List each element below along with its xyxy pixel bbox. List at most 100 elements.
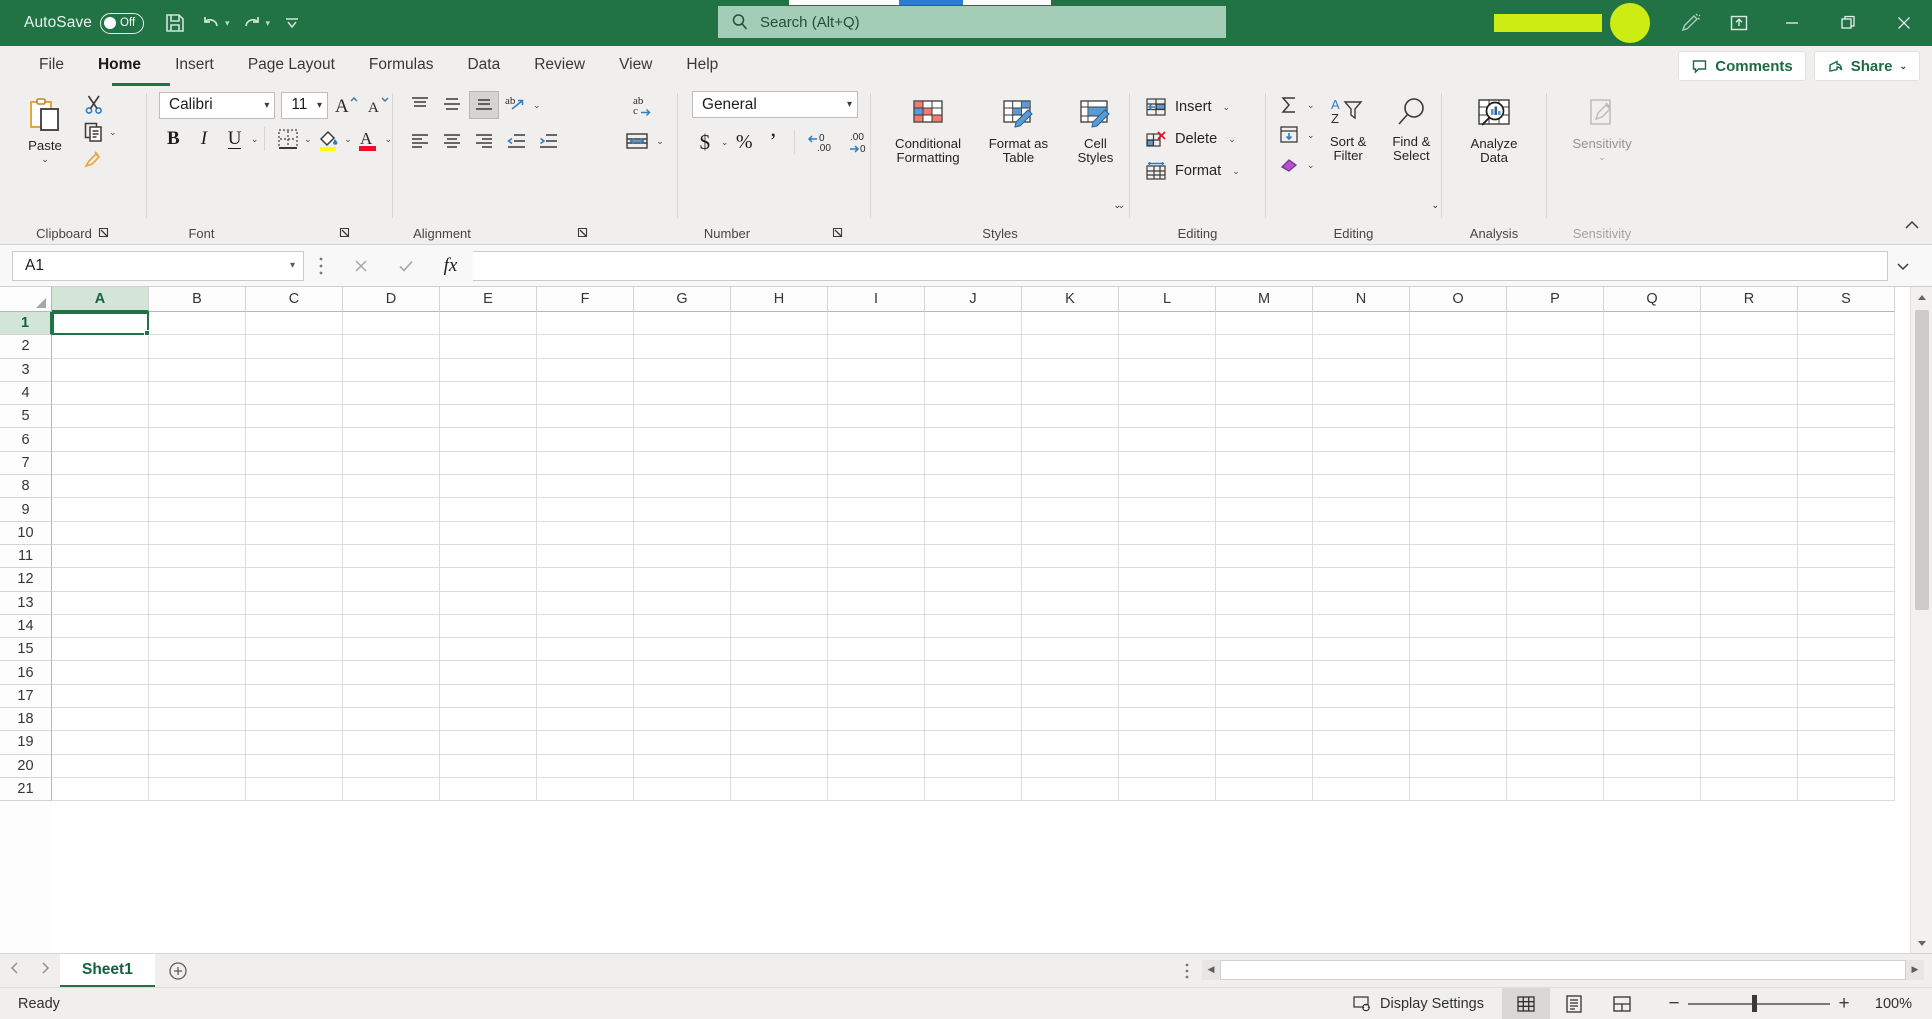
row-header-9[interactable]: 9 — [0, 498, 52, 522]
cell-A11[interactable] — [52, 544, 149, 569]
search-input[interactable]: Search (Alt+Q) — [718, 6, 1226, 38]
cell-E16[interactable] — [440, 661, 537, 685]
cell-B1[interactable] — [149, 312, 246, 336]
share-button[interactable]: Share ⌄ — [1813, 51, 1920, 81]
restore-icon[interactable] — [1820, 0, 1876, 46]
cell-L7[interactable] — [1119, 451, 1216, 476]
cell-J13[interactable] — [925, 591, 1022, 615]
minimize-icon[interactable] — [1764, 0, 1820, 46]
cell-S8[interactable] — [1798, 475, 1895, 499]
cell-M20[interactable] — [1216, 754, 1313, 778]
cell-K10[interactable] — [1022, 521, 1119, 545]
cell-F10[interactable] — [537, 521, 634, 545]
cell-S6[interactable] — [1798, 428, 1895, 452]
cell-E2[interactable] — [440, 335, 537, 359]
cell-B21[interactable] — [149, 777, 246, 802]
cell-D11[interactable] — [343, 544, 440, 569]
cell-I14[interactable] — [828, 614, 925, 639]
sheet-tab-sheet1[interactable]: Sheet1 — [60, 954, 155, 987]
tab-file[interactable]: File — [22, 46, 81, 83]
cell-D19[interactable] — [343, 731, 440, 755]
cell-N14[interactable] — [1313, 614, 1410, 639]
cell-A5[interactable] — [52, 405, 149, 429]
cell-E11[interactable] — [440, 544, 537, 569]
cell-B18[interactable] — [149, 708, 246, 732]
cell-C21[interactable] — [246, 777, 343, 802]
row-header-8[interactable]: 8 — [0, 475, 52, 499]
redo-icon[interactable] — [235, 6, 269, 40]
cell-G9[interactable] — [634, 498, 731, 522]
cell-F9[interactable] — [537, 498, 634, 522]
cell-N15[interactable] — [1313, 638, 1410, 662]
align-left-button[interactable] — [405, 127, 435, 155]
cell-D20[interactable] — [343, 754, 440, 778]
cell-Q9[interactable] — [1604, 498, 1701, 522]
cell-Q20[interactable] — [1604, 754, 1701, 778]
cell-P20[interactable] — [1507, 754, 1604, 778]
cell-K19[interactable] — [1022, 731, 1119, 755]
row-header-11[interactable]: 11 — [0, 544, 52, 569]
cell-M10[interactable] — [1216, 521, 1313, 545]
cell-I13[interactable] — [828, 591, 925, 615]
bold-button[interactable]: B — [159, 125, 188, 153]
cell-R1[interactable] — [1701, 312, 1798, 336]
cell-F6[interactable] — [537, 428, 634, 452]
cell-A6[interactable] — [52, 428, 149, 452]
row-header-2[interactable]: 2 — [0, 335, 52, 359]
draw-pen-icon[interactable] — [1668, 0, 1714, 46]
cell-N8[interactable] — [1313, 475, 1410, 499]
cell-K17[interactable] — [1022, 684, 1119, 709]
cell-H6[interactable] — [731, 428, 828, 452]
sheet-options-dots-icon[interactable] — [1172, 954, 1202, 987]
cell-O18[interactable] — [1410, 708, 1507, 732]
merge-center-caret[interactable]: ⌄ — [656, 136, 664, 146]
cell-B15[interactable] — [149, 638, 246, 662]
align-center-button[interactable] — [437, 127, 467, 155]
cell-H15[interactable] — [731, 638, 828, 662]
cell-Q15[interactable] — [1604, 638, 1701, 662]
cell-A14[interactable] — [52, 614, 149, 639]
column-header-N[interactable]: N — [1313, 287, 1410, 312]
cell-B17[interactable] — [149, 684, 246, 709]
cell-F11[interactable] — [537, 544, 634, 569]
cell-D15[interactable] — [343, 638, 440, 662]
cell-C9[interactable] — [246, 498, 343, 522]
cell-S19[interactable] — [1798, 731, 1895, 755]
cell-O15[interactable] — [1410, 638, 1507, 662]
cell-I16[interactable] — [828, 661, 925, 685]
ribbon-display-options-icon[interactable] — [1714, 0, 1764, 46]
cell-H9[interactable] — [731, 498, 828, 522]
cell-R4[interactable] — [1701, 381, 1798, 406]
find-and-select-caret[interactable]: ⌄ — [1431, 201, 1439, 210]
cell-K4[interactable] — [1022, 381, 1119, 406]
cell-D21[interactable] — [343, 777, 440, 802]
row-header-1[interactable]: 1 — [0, 312, 52, 336]
cell-C14[interactable] — [246, 614, 343, 639]
cell-E12[interactable] — [440, 568, 537, 592]
cell-L10[interactable] — [1119, 521, 1216, 545]
cell-R8[interactable] — [1701, 475, 1798, 499]
cell-K14[interactable] — [1022, 614, 1119, 639]
cell-J15[interactable] — [925, 638, 1022, 662]
cell-Q14[interactable] — [1604, 614, 1701, 639]
fill-caret[interactable]: ⌄ — [1307, 130, 1315, 140]
cell-I21[interactable] — [828, 777, 925, 802]
cell-F13[interactable] — [537, 591, 634, 615]
paste-caret[interactable]: ⌄ — [41, 155, 49, 164]
expand-formula-bar-icon[interactable] — [1888, 251, 1918, 281]
next-sheet-icon[interactable] — [38, 961, 52, 980]
cell-J19[interactable] — [925, 731, 1022, 755]
cell-G6[interactable] — [634, 428, 731, 452]
alignment-dialog-launcher-icon[interactable] — [577, 227, 589, 239]
cell-S1[interactable] — [1798, 312, 1895, 336]
cell-D14[interactable] — [343, 614, 440, 639]
cell-styles-caret[interactable]: ⌄ — [1117, 201, 1125, 210]
cell-Q21[interactable] — [1604, 777, 1701, 802]
increase-font-size-button[interactable]: A — [334, 91, 360, 119]
close-icon[interactable] — [1876, 0, 1932, 46]
cell-K3[interactable] — [1022, 358, 1119, 382]
cell-G15[interactable] — [634, 638, 731, 662]
cell-I19[interactable] — [828, 731, 925, 755]
accounting-format-caret[interactable]: ⌄ — [721, 137, 729, 147]
format-cells-button[interactable]: Format ⌄ — [1144, 155, 1265, 187]
